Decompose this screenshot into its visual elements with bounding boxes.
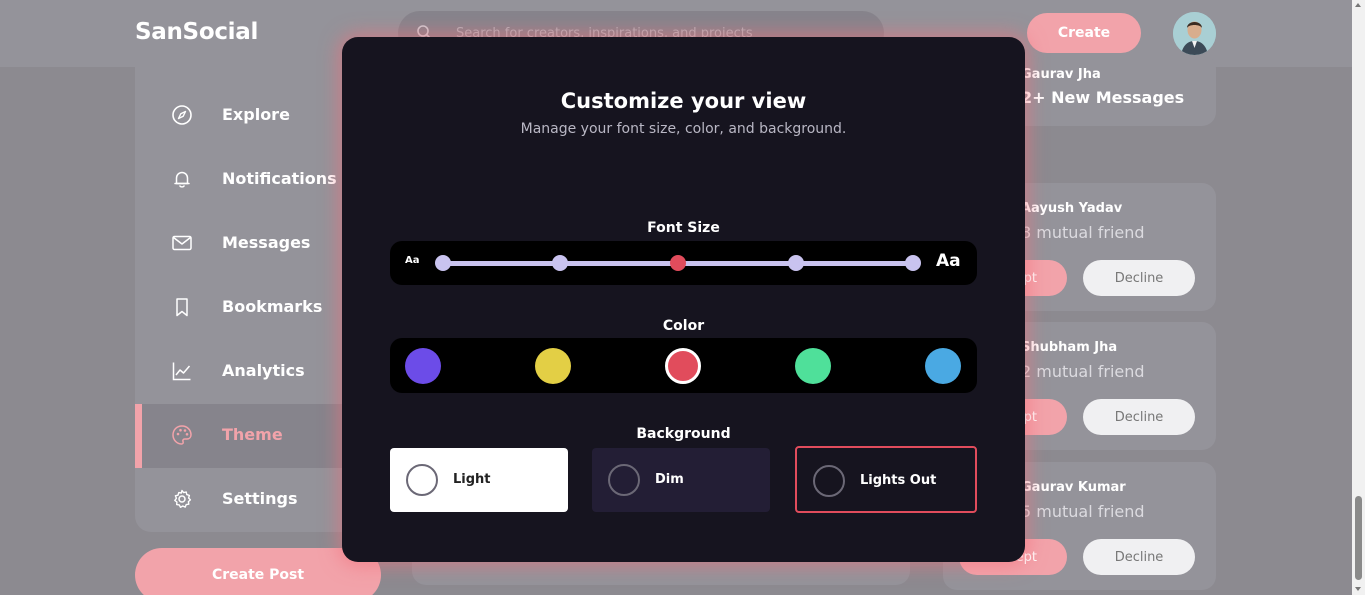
decline-button[interactable]: Decline xyxy=(1083,260,1195,296)
create-button[interactable]: Create xyxy=(1027,13,1141,53)
font-size-small-label: Aa xyxy=(405,255,420,266)
background-label: Background xyxy=(636,426,731,442)
font-size-slider: Aa Aa xyxy=(390,241,977,285)
request-name: Aayush Yadav xyxy=(1021,201,1123,216)
color-option-red[interactable] xyxy=(665,348,701,384)
font-size-step-1[interactable] xyxy=(435,255,451,271)
decline-button[interactable]: Decline xyxy=(1083,539,1195,575)
compass-icon xyxy=(171,104,193,126)
bell-icon xyxy=(171,168,193,190)
background-option-label: Dim xyxy=(655,472,684,487)
sidebar-item-label: Explore xyxy=(222,105,290,124)
background-option-lights-out[interactable]: Lights Out xyxy=(795,446,977,513)
font-size-step-4[interactable] xyxy=(788,255,804,271)
font-size-label: Font Size xyxy=(647,220,720,236)
radio-circle xyxy=(406,464,438,496)
mutual-friends: 8 mutual friend xyxy=(1021,223,1145,242)
sidebar-item-label: Messages xyxy=(222,233,311,252)
new-messages-count: 2+ New Messages xyxy=(1021,88,1185,107)
gear-icon xyxy=(171,488,193,510)
scroll-down-arrow-icon[interactable] xyxy=(1355,587,1361,591)
color-option-blue[interactable] xyxy=(925,348,961,384)
radio-circle xyxy=(608,464,640,496)
background-option-light[interactable]: Light xyxy=(390,448,568,512)
sidebar-item-label: Bookmarks xyxy=(222,297,323,316)
font-size-large-label: Aa xyxy=(936,251,961,271)
color-option-yellow[interactable] xyxy=(535,348,571,384)
radio-circle xyxy=(813,465,845,497)
page-scrollbar[interactable] xyxy=(1352,0,1365,595)
bookmark-icon xyxy=(171,296,193,318)
font-size-step-3[interactable] xyxy=(670,255,686,271)
customize-theme-modal: Customize your view Manage your font siz… xyxy=(342,37,1025,562)
request-name: Shubham Jha xyxy=(1021,340,1118,355)
palette-icon xyxy=(171,424,193,446)
request-name: Gaurav Kumar xyxy=(1021,480,1126,495)
color-label: Color xyxy=(662,318,705,334)
color-option-green[interactable] xyxy=(795,348,831,384)
sidebar-item-label: Settings xyxy=(222,489,298,508)
background-option-label: Light xyxy=(453,472,491,487)
modal-title: Customize your view xyxy=(560,89,807,113)
font-size-step-5[interactable] xyxy=(905,255,921,271)
color-option-purple[interactable] xyxy=(405,348,441,384)
mail-icon xyxy=(171,232,193,254)
modal-subtitle: Manage your font size, color, and backgr… xyxy=(520,121,847,137)
chart-line-icon xyxy=(171,360,193,382)
sidebar-item-label: Notifications xyxy=(222,169,337,188)
mutual-friends: 2 mutual friend xyxy=(1021,362,1145,381)
message-sender-name: Gaurav Jha xyxy=(1021,67,1101,82)
scroll-up-arrow-icon[interactable] xyxy=(1355,3,1361,7)
background-option-label: Lights Out xyxy=(860,473,937,488)
sidebar-item-label: Theme xyxy=(222,425,283,444)
scrollbar-thumb[interactable] xyxy=(1355,496,1362,580)
app-logo[interactable]: SanSocial xyxy=(135,19,258,45)
decline-button[interactable]: Decline xyxy=(1083,399,1195,435)
background-option-dim[interactable]: Dim xyxy=(592,448,770,512)
font-size-step-2[interactable] xyxy=(552,255,568,271)
color-picker xyxy=(390,338,977,393)
sidebar-item-label: Analytics xyxy=(222,361,305,380)
avatar[interactable] xyxy=(1173,12,1216,55)
mutual-friends: 5 mutual friend xyxy=(1021,502,1145,521)
